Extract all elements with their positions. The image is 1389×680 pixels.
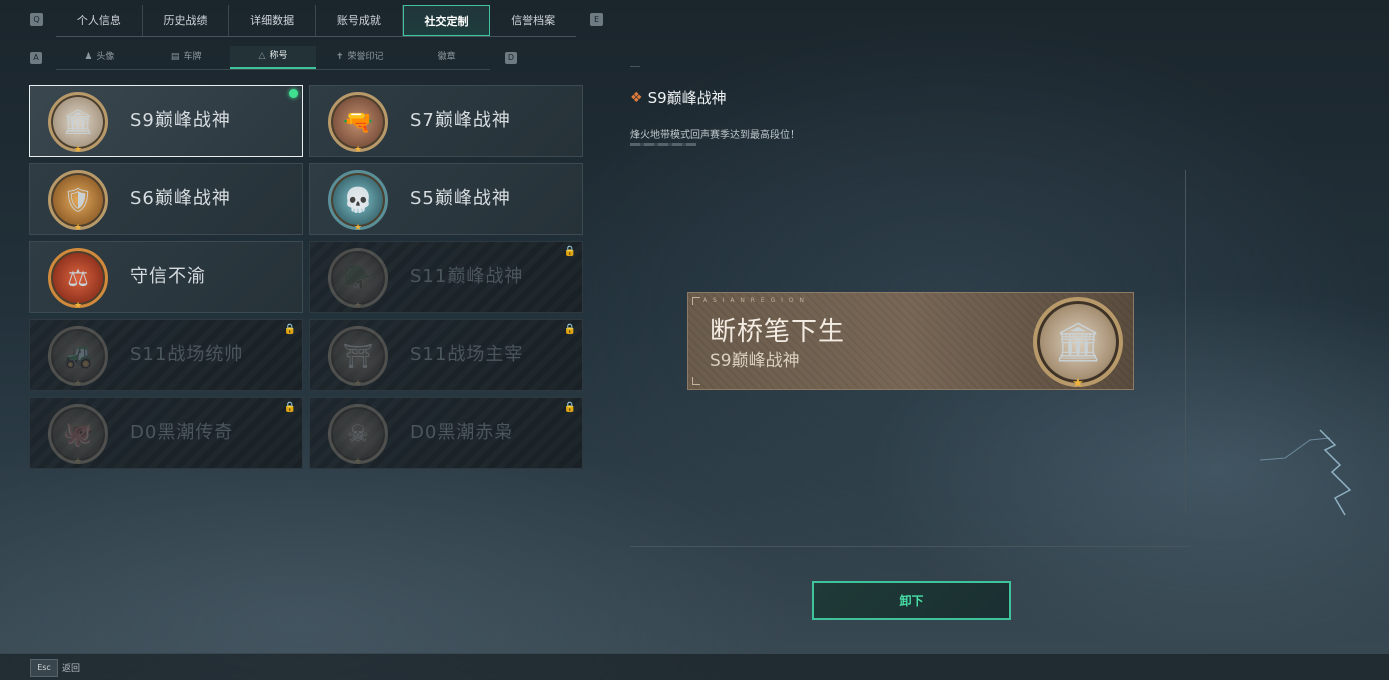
subtab-avatar-label: 头像 [96,52,115,62]
title-card[interactable]: ⚖ ★ 守信不渝 [29,241,303,313]
star-icon: ★ [353,301,363,311]
subtab-emblem[interactable]: ✝ 荣誉印记 [316,46,403,69]
user-icon: ♟ [84,52,93,62]
nameplate-title: S9巅峰战神 [710,351,800,371]
title-badge-icon: 🛡 ★ [48,170,108,233]
next-subtab-key[interactable]: D [505,52,517,64]
frame-corner [692,377,700,385]
title-badge-icon: ⚖ ★ [48,248,108,311]
prev-subtab-key[interactable]: A [30,52,42,64]
star-icon: ★ [73,145,83,155]
plate-icon: ▤ [170,52,180,62]
title-card[interactable]: 💀 ★ S5巅峰战神 [309,163,583,235]
star-icon: ★ [353,223,363,233]
subtab-plate-label: 车牌 [183,52,202,62]
title-badge-icon: 💀 ★ [328,170,388,233]
footer-bar: Esc 返回 [0,653,1389,680]
sub-tab-bar: ♟ 头像 ▤ 车牌 △ 称号 ✝ 荣誉印记 徽章 [56,46,490,70]
title-badge-icon: 🏛 ★ [48,92,108,155]
main-tab-bar: 个人信息 历史战绩 详细数据 账号成就 社交定制 信誉档案 [56,5,576,37]
title-card[interactable]: 🛡 ★ S6巅峰战神 [29,163,303,235]
esc-key[interactable]: Esc [30,659,58,677]
prev-tab-key[interactable]: Q [30,13,43,26]
lock-icon: 🔒 [563,402,576,413]
nameplate-region-text: A S I A N R E G I O N [703,297,806,304]
nameplate-player-name: 断桥笔下生 [710,317,846,347]
title-card[interactable]: 🔫 ★ S7巅峰战神 [309,85,583,157]
title-card-label: 守信不渝 [130,266,206,287]
tab-social-custom[interactable]: 社交定制 [402,5,491,36]
star-icon: ★ [73,301,83,311]
title-badge-icon: 🪖 ★ [328,248,388,311]
detail-progress-dashes [630,143,696,146]
star-icon: ★ [73,457,83,467]
tab-achievements[interactable]: 账号成就 [316,5,403,36]
tab-details[interactable]: 详细数据 [229,5,317,36]
title-card[interactable]: 🏛 ★ S9巅峰战神 [29,85,303,157]
unequip-button[interactable]: 卸下 [812,581,1011,620]
tab-profile[interactable]: 个人信息 [56,5,143,36]
star-icon: ★ [353,457,363,467]
title-card-label: S7巅峰战神 [410,110,511,131]
tab-reputation[interactable]: 信誉档案 [490,5,576,36]
title-badge-icon: 🐙 ★ [48,404,108,467]
lock-icon: 🔒 [563,246,576,257]
detail-description: 烽火地带模式回声赛季达到最高段位！ [630,130,800,141]
title-card[interactable]: 🚜 ★ S11战场统帅 🔒 [29,319,303,391]
title-badge-icon: 🔫 ★ [328,92,388,155]
frame-corner [692,297,700,305]
title-card-label: S6巅峰战神 [130,188,231,209]
title-card-label: S11巅峰战神 [410,266,524,287]
subtab-badge[interactable]: 徽章 [403,46,490,69]
title-card-label: S11战场统帅 [130,344,244,365]
nameplate-badge-icon: 🏛 ★ [1033,297,1123,391]
star-icon: ★ [353,379,363,389]
title-card-label: S5巅峰战神 [410,188,511,209]
pavilion-icon: 🏛 [1053,319,1103,364]
frame-line-bottom [630,546,1190,547]
title-card-label: D0黑潮传奇 [130,422,234,443]
nameplate-preview: A S I A N R E G I O N 断桥笔下生 S9巅峰战神 🏛 ★ [687,292,1134,391]
subtab-emblem-label: 荣誉印记 [347,52,384,62]
subtab-title-label: 称号 [269,51,288,61]
frame-line-right [1185,170,1186,514]
lock-icon: 🔒 [563,324,576,335]
detail-title: ❖ S9巅峰战神 [630,87,727,108]
detail-title-text: S9巅峰战神 [647,89,727,107]
back-label[interactable]: 返回 [62,661,80,674]
title-badge-icon: ⛩ ★ [328,326,388,389]
subtab-plate[interactable]: ▤ 车牌 [143,46,230,69]
frame-corner [630,66,640,67]
lock-icon: 🔒 [283,402,296,413]
title-icon: △ [258,51,266,61]
star-icon: ★ [73,379,83,389]
title-badge-icon: 🚜 ★ [48,326,108,389]
star-icon: ★ [73,223,83,233]
next-tab-key[interactable]: E [590,13,603,26]
title-card-label: S11战场主宰 [410,344,524,365]
title-card[interactable]: ⛩ ★ S11战场主宰 🔒 [309,319,583,391]
equipped-indicator [289,89,298,98]
lightning-decoration [1259,429,1352,516]
subtab-avatar[interactable]: ♟ 头像 [56,46,143,69]
diamond-icon: ❖ [630,89,643,106]
subtab-badge-label: 徽章 [437,52,456,62]
emblem-icon: ✝ [336,52,344,62]
star-icon: ★ [353,145,363,155]
lock-icon: 🔒 [283,324,296,335]
tab-history[interactable]: 历史战绩 [143,5,230,36]
title-badge-icon: ☠ ★ [328,404,388,467]
title-card[interactable]: 🪖 ★ S11巅峰战神 🔒 [309,241,583,313]
title-card-label: D0黑潮赤枭 [410,422,514,443]
subtab-title[interactable]: △ 称号 [229,46,317,69]
star-icon: ★ [1072,376,1084,391]
title-card-label: S9巅峰战神 [130,110,231,131]
title-card[interactable]: ☠ ★ D0黑潮赤枭 🔒 [309,397,583,469]
title-card[interactable]: 🐙 ★ D0黑潮传奇 🔒 [29,397,303,469]
